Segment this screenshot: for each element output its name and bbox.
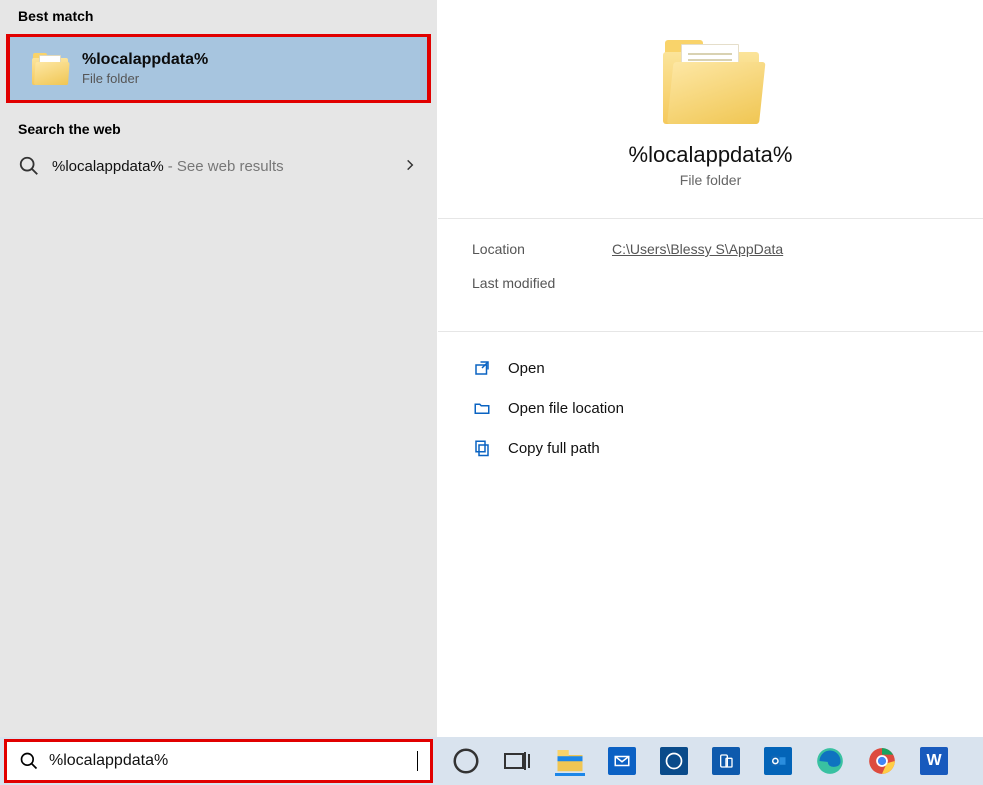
- file-explorer-icon[interactable]: [555, 746, 585, 776]
- open-file-location-action[interactable]: Open file location: [472, 388, 953, 428]
- best-match-label: Best match: [0, 0, 437, 34]
- search-results-panel: Best match %localappdata% File folder Se…: [0, 0, 437, 737]
- mail-icon[interactable]: [607, 746, 637, 776]
- taskbar-icons: W: [437, 746, 983, 776]
- copy-path-label: Copy full path: [508, 440, 600, 457]
- dell-icon[interactable]: [659, 746, 689, 776]
- open-location-icon: [472, 398, 492, 418]
- best-match-title: %localappdata%: [82, 51, 208, 69]
- search-web-label: Search the web: [0, 103, 437, 145]
- cortana-icon[interactable]: [451, 746, 481, 776]
- open-location-label: Open file location: [508, 400, 624, 417]
- last-modified-label: Last modified: [472, 275, 612, 291]
- location-value[interactable]: C:\Users\Blessy S\AppData: [612, 241, 783, 257]
- taskbar: W: [0, 737, 983, 785]
- text-cursor: [417, 751, 418, 771]
- web-search-result[interactable]: %localappdata% - See web results: [0, 145, 437, 187]
- search-box[interactable]: [4, 739, 433, 783]
- detail-title: %localappdata%: [629, 142, 793, 168]
- copy-icon: [472, 438, 492, 458]
- search-icon: [18, 155, 40, 177]
- location-label: Location: [472, 241, 612, 257]
- best-match-subtitle: File folder: [82, 71, 208, 86]
- copy-full-path-action[interactable]: Copy full path: [472, 428, 953, 468]
- word-icon[interactable]: W: [919, 746, 949, 776]
- outlook-icon[interactable]: [763, 746, 793, 776]
- chevron-right-icon: [403, 156, 417, 177]
- task-view-icon[interactable]: [503, 746, 533, 776]
- open-action-label: Open: [508, 360, 545, 377]
- search-input[interactable]: [49, 752, 416, 770]
- open-action[interactable]: Open: [472, 348, 953, 388]
- open-icon: [472, 358, 492, 378]
- folder-icon: [663, 40, 759, 124]
- search-icon: [19, 751, 39, 771]
- web-result-suffix: - See web results: [168, 158, 284, 175]
- chrome-icon[interactable]: [867, 746, 897, 776]
- your-phone-icon[interactable]: [711, 746, 741, 776]
- edge-icon[interactable]: [815, 746, 845, 776]
- detail-subtitle: File folder: [680, 172, 741, 188]
- folder-icon: [32, 53, 68, 85]
- detail-panel: %localappdata% File folder Location C:\U…: [437, 0, 983, 737]
- web-result-query: %localappdata%: [52, 158, 164, 175]
- best-match-result[interactable]: %localappdata% File folder: [6, 34, 431, 103]
